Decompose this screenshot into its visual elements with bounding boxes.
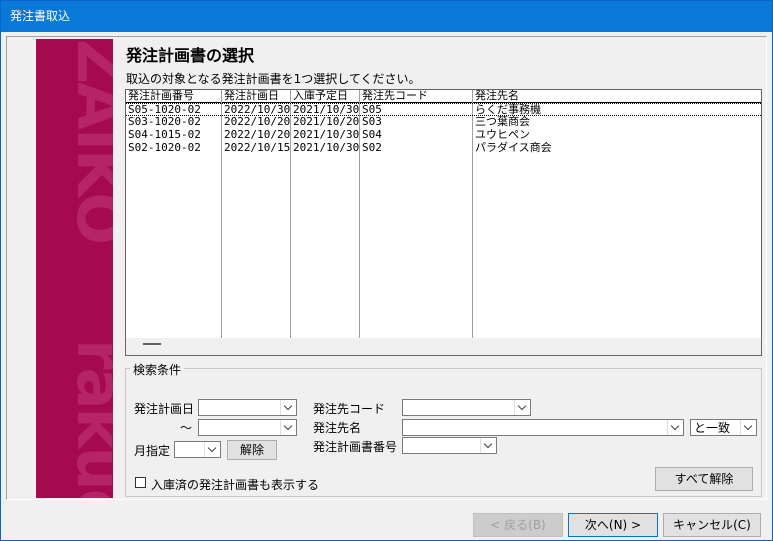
chevron-down-icon[interactable]: [204, 442, 220, 457]
supplier-code-combo[interactable]: [402, 399, 531, 416]
table-row[interactable]: S02-1020-02 2022/10/15 2021/10/30 S02 パラ…: [126, 142, 761, 155]
page-title: 発注計画書の選択: [126, 46, 255, 65]
column-header-supplier-name[interactable]: 発注先名: [473, 90, 519, 102]
brand-logo-top: ZAIKO: [63, 39, 113, 243]
month-clear-button[interactable]: 解除: [227, 440, 277, 460]
brand-logo-bottom: rakuda: [63, 339, 113, 498]
cell-supplier-name: パラダイス商会: [475, 141, 552, 154]
cell-plan-date: 2022/10/20: [224, 115, 291, 128]
column-header-arrival-date[interactable]: 入庫予定日: [291, 90, 348, 102]
search-conditions-legend: 検索条件: [130, 361, 185, 378]
column-header-plan-date[interactable]: 発注計画日: [222, 90, 279, 102]
date-range-separator: ～: [180, 421, 193, 435]
next-button[interactable]: 次へ(N) >: [568, 513, 658, 537]
supplier-code-label: 発注先コード: [313, 402, 386, 416]
cell-supplier-code: S03: [362, 115, 382, 128]
cancel-button[interactable]: キャンセル(C): [663, 513, 761, 537]
column-header-plan-number[interactable]: 発注計画番号: [126, 90, 194, 102]
show-received-label[interactable]: 入庫済の発注計画書も表示する: [151, 476, 319, 493]
table-row[interactable]: S05-1020-02 2022/10/30 2021/10/30 S05 らく…: [126, 103, 761, 116]
cell-plan-number: S04-1015-02: [128, 128, 201, 141]
brand-sidebar: ZAIKO rakuda: [36, 39, 113, 498]
table-row[interactable]: S04-1015-02 2022/10/20 2021/10/30 S04 ユウ…: [126, 129, 761, 142]
plan-date-to-combo[interactable]: [198, 419, 297, 436]
supplier-name-combo[interactable]: [402, 419, 684, 436]
cell-plan-number: S03-1020-02: [128, 115, 201, 128]
cell-arrival-date: 2021/10/20: [293, 115, 360, 128]
clear-all-button[interactable]: すべて解除: [655, 467, 753, 491]
match-mode-combo[interactable]: と一致: [690, 419, 757, 436]
title-bar: 発注書取込: [1, 1, 772, 32]
cell-arrival-date: 2021/10/30: [293, 141, 360, 154]
chevron-down-icon[interactable]: [280, 400, 296, 415]
cell-plan-number: S02-1020-02: [128, 141, 201, 154]
plan-number-combo[interactable]: [402, 437, 497, 454]
plan-number-label: 発注計画書番号: [313, 440, 398, 454]
horizontal-scrollbar[interactable]: [126, 338, 761, 355]
chevron-down-icon[interactable]: [280, 420, 296, 435]
supplier-name-label: 発注先名: [313, 421, 362, 435]
cell-supplier-name: ユウヒペン: [475, 128, 530, 141]
cell-plan-date: 2022/10/20: [224, 128, 291, 141]
cell-supplier-name: 三つ葉商会: [475, 115, 530, 128]
chevron-down-icon[interactable]: [480, 438, 496, 453]
column-header-supplier-code[interactable]: 発注先コード: [360, 90, 428, 102]
table-row[interactable]: S03-1020-02 2022/10/20 2021/10/20 S03 三つ…: [126, 116, 761, 129]
chevron-down-icon[interactable]: [667, 420, 683, 435]
plan-date-label: 発注計画日: [134, 402, 195, 416]
month-combo[interactable]: [174, 441, 221, 458]
plan-list[interactable]: 発注計画番号 発注計画日 入庫予定日 発注先コード 発注先名 S05-1020-…: [125, 89, 762, 356]
scrollbar-thumb[interactable]: [143, 343, 161, 345]
chevron-down-icon[interactable]: [740, 420, 756, 435]
show-received-checkbox[interactable]: [135, 477, 146, 488]
plan-date-from-combo[interactable]: [198, 399, 297, 416]
match-mode-value: と一致: [694, 421, 731, 435]
cell-supplier-code: S02: [362, 141, 382, 154]
chevron-down-icon[interactable]: [514, 400, 530, 415]
month-label: 月指定: [134, 444, 171, 458]
instruction-text: 取込の対象となる発注計画書を1つ選択してください。: [126, 72, 421, 86]
cell-arrival-date: 2021/10/30: [293, 128, 360, 141]
cell-supplier-code: S04: [362, 128, 382, 141]
back-button[interactable]: < 戻る(B): [473, 513, 563, 537]
cell-plan-date: 2022/10/15: [224, 141, 291, 154]
